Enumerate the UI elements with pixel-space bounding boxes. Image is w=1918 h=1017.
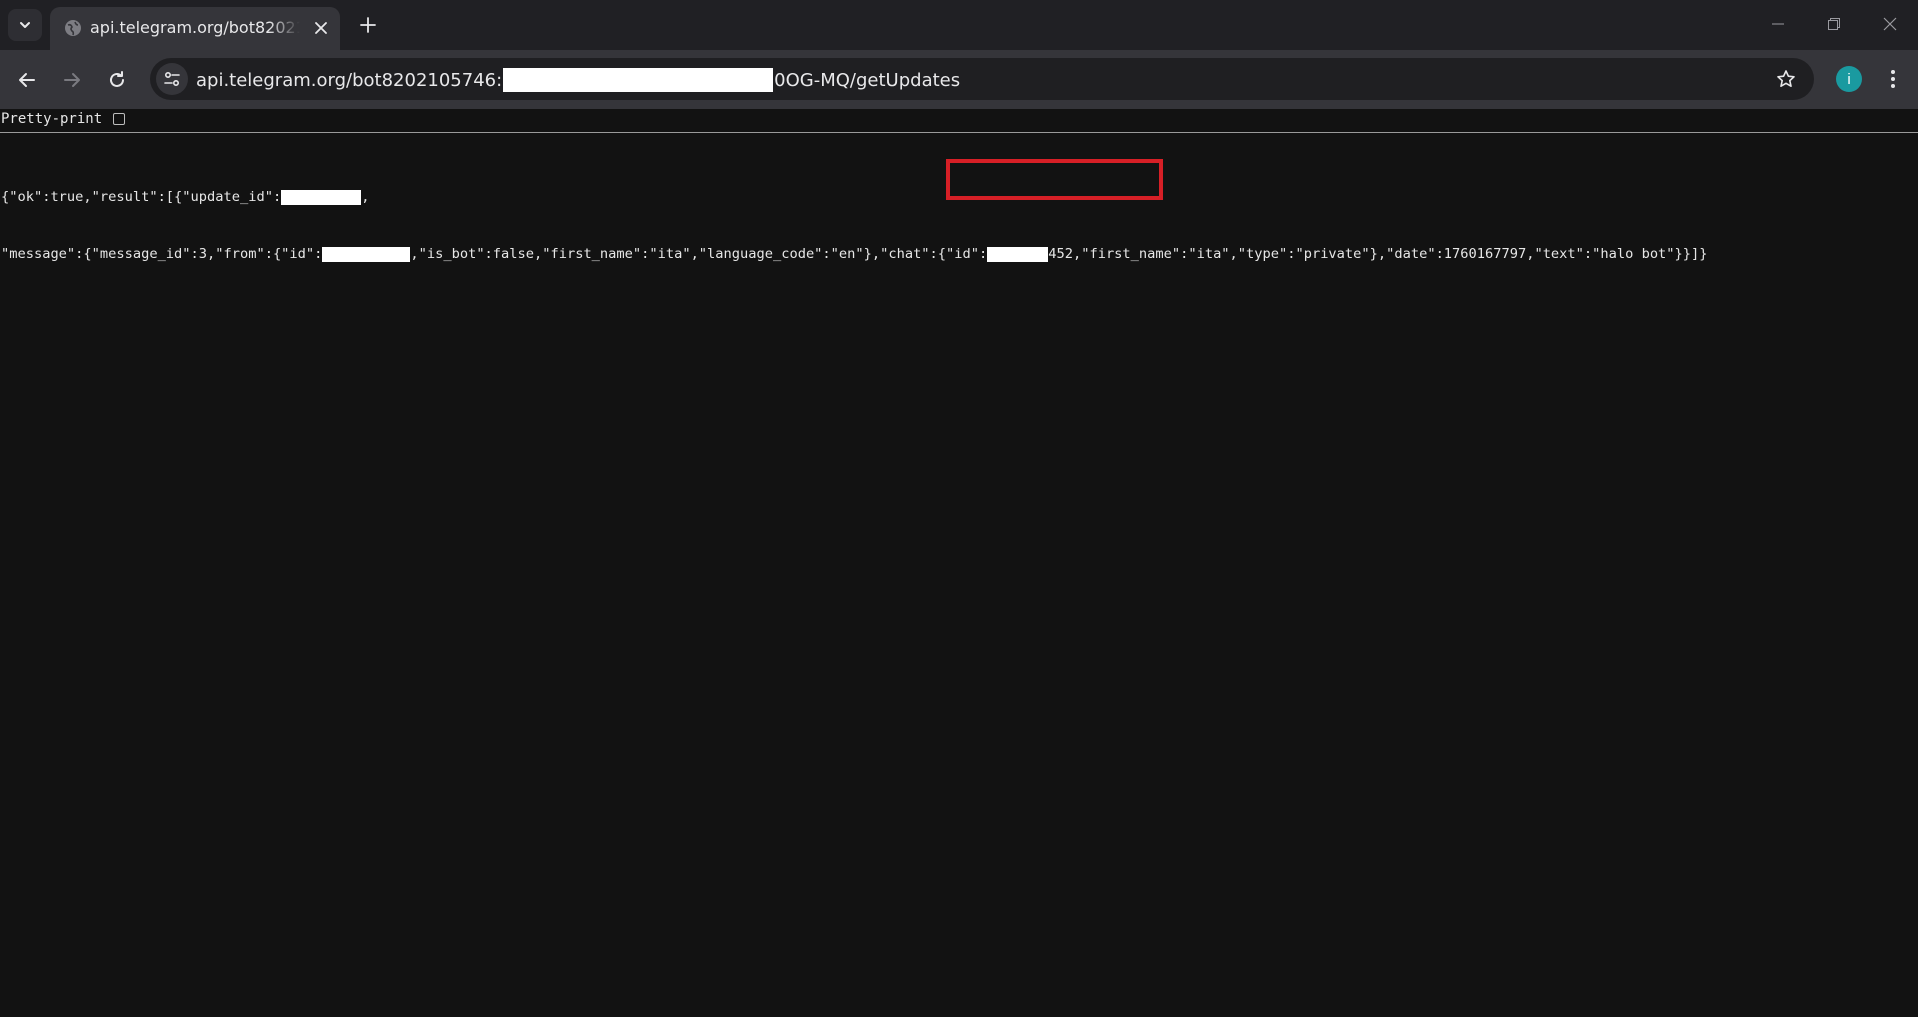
json-text: ,"is_bot":false,"first_name":"ita","lang… [410, 246, 881, 262]
browser-toolbar: api.telegram.org/bot8202105746: 0OG-MQ/ge… [0, 50, 1918, 109]
bookmark-button[interactable] [1770, 63, 1802, 95]
pretty-print-checkbox[interactable] [113, 113, 125, 125]
tab-close-button[interactable] [310, 17, 332, 39]
plus-icon [360, 17, 376, 33]
url-text[interactable]: api.telegram.org/bot8202105746: 0OG-MQ/ge… [196, 68, 960, 92]
redacted-token [503, 68, 774, 92]
close-icon [315, 22, 327, 34]
json-chat-key: "chat":{"id": [880, 246, 988, 262]
json-text: , [361, 189, 370, 205]
minimize-icon [1772, 23, 1784, 25]
json-line-2: "message":{"message_id":3,"from":{"id":,… [1, 245, 1708, 264]
close-window-button[interactable] [1870, 8, 1910, 40]
back-button[interactable] [10, 63, 44, 97]
tab-strip: api.telegram.org/bot820210574 [0, 0, 1918, 50]
star-icon [1777, 70, 1795, 87]
redacted-chat-id [987, 247, 1049, 262]
browser-menu-button[interactable] [1878, 64, 1908, 94]
arrow-left-icon [19, 73, 35, 87]
reload-icon [110, 71, 124, 87]
redacted-update-id [281, 190, 362, 205]
json-line-1: {"ok":true,"result":[{"update_id":, [1, 188, 1708, 207]
url-suffix: 0OG-MQ/getUpdates [774, 69, 961, 91]
close-icon [1883, 17, 1897, 31]
tab-title: api.telegram.org/bot820210574 [90, 18, 300, 37]
json-text: "first_name":"ita","type":"private"},"da… [1081, 246, 1708, 262]
new-tab-button[interactable] [353, 10, 383, 40]
restore-icon [1828, 18, 1840, 30]
restore-button[interactable] [1814, 8, 1854, 40]
browser-tab[interactable]: api.telegram.org/bot820210574 [50, 7, 340, 50]
site-info-button[interactable] [156, 63, 188, 95]
reload-button[interactable] [100, 63, 134, 97]
minimize-button[interactable] [1758, 8, 1798, 40]
url-prefix: api.telegram.org/bot8202105746: [196, 69, 503, 91]
forward-button[interactable] [55, 63, 89, 97]
json-text: "message":{"message_id":3,"from":{"id": [1, 246, 323, 262]
pretty-print-bar: Pretty-print [0, 109, 1918, 133]
kebab-menu-icon [1891, 70, 1895, 88]
profile-avatar[interactable]: i [1836, 66, 1862, 92]
address-bar[interactable]: api.telegram.org/bot8202105746: 0OG-MQ/ge… [150, 58, 1814, 100]
globe-icon [65, 20, 81, 36]
pretty-print-label: Pretty-print [1, 111, 103, 127]
tab-search-button[interactable] [8, 9, 42, 41]
redacted-from-id [322, 247, 411, 262]
json-chat-id-suffix: 452, [1048, 246, 1082, 262]
json-text: {"ok":true,"result":[{"update_id": [1, 189, 282, 205]
tune-icon [164, 71, 180, 87]
arrow-right-icon [64, 73, 80, 87]
json-response: {"ok":true,"result":[{"update_id":, "mes… [1, 150, 1708, 283]
chevron-down-icon [20, 22, 30, 28]
highlight-box [946, 159, 1163, 200]
